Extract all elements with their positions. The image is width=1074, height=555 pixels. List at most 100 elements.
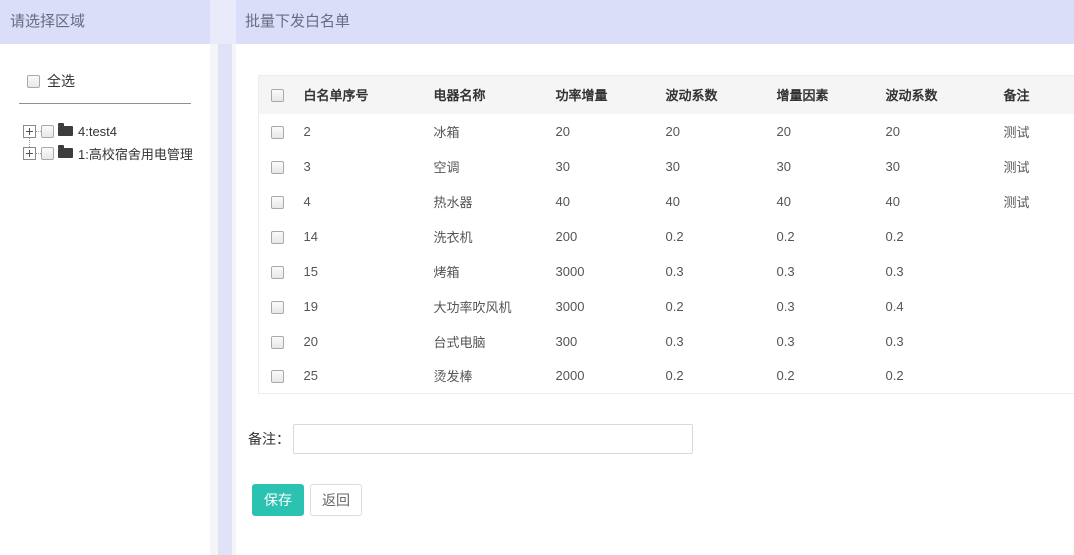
region-sidebar: 请选择区域 全选 4:test4 — [0, 0, 210, 555]
tree-node-label[interactable]: 1:高校宿舍用电管理 — [78, 144, 193, 163]
table-cell: 冰箱 — [426, 114, 548, 149]
remark-input[interactable] — [293, 424, 693, 454]
table-cell: 2 — [296, 114, 426, 149]
row-checkbox[interactable] — [271, 161, 284, 174]
tree-node-checkbox[interactable] — [41, 147, 54, 160]
table-cell: 0.2 — [658, 359, 769, 394]
table-cell: 0.2 — [769, 219, 878, 254]
app-window: 请选择区域 全选 4:test4 — [0, 0, 1074, 555]
table-cell: 40 — [548, 184, 658, 219]
folder-icon — [58, 126, 73, 136]
table-cell: 20 — [878, 114, 996, 149]
table-cell: 0.2 — [658, 289, 769, 324]
row-checkbox[interactable] — [271, 370, 284, 383]
region-tree: 4:test4 1:高校宿舍用电管理 — [23, 120, 210, 164]
table-cell: 3000 — [548, 289, 658, 324]
table-cell: 热水器 — [426, 184, 548, 219]
remark-row: 备注： — [248, 424, 1074, 454]
table-cell: 0.2 — [658, 219, 769, 254]
table-cell: 20 — [769, 114, 878, 149]
table-cell — [996, 324, 1074, 359]
remark-label: 备注： — [248, 429, 290, 449]
table-cell: 测试 — [996, 114, 1074, 149]
table-cell: 0.3 — [769, 289, 878, 324]
table-row: 15烤箱30000.30.30.3 — [259, 254, 1074, 289]
expand-plus-icon[interactable] — [23, 147, 36, 160]
table-cell: 0.3 — [878, 324, 996, 359]
row-checkbox[interactable] — [271, 266, 284, 279]
table-header-row: 白名单序号电器名称功率增量波动系数增量因素波动系数备注 — [259, 76, 1074, 114]
table-row: 19大功率吹风机30000.20.30.4 — [259, 289, 1074, 324]
table-cell: 0.3 — [769, 324, 878, 359]
table-cell: 20 — [296, 324, 426, 359]
table-cell: 30 — [658, 149, 769, 184]
table-cell: 洗衣机 — [426, 219, 548, 254]
table-cell — [996, 289, 1074, 324]
save-button[interactable]: 保存 — [252, 484, 304, 516]
table-cell: 3 — [296, 149, 426, 184]
table-cell: 测试 — [996, 184, 1074, 219]
select-all-checkbox[interactable] — [27, 75, 40, 88]
tree-node-checkbox[interactable] — [41, 125, 54, 138]
tree-node: 1:高校宿舍用电管理 — [23, 142, 210, 164]
table-cell: 0.3 — [769, 254, 878, 289]
table-row: 20台式电脑3000.30.30.3 — [259, 324, 1074, 359]
table-cell: 0.4 — [878, 289, 996, 324]
row-checkbox[interactable] — [271, 231, 284, 244]
row-checkbox-cell — [259, 184, 296, 219]
tree-node-label[interactable]: 4:test4 — [78, 124, 117, 139]
table-cell: 台式电脑 — [426, 324, 548, 359]
table-cell: 300 — [548, 324, 658, 359]
table-cell: 40 — [769, 184, 878, 219]
table-cell: 30 — [548, 149, 658, 184]
table-cell — [996, 254, 1074, 289]
column-header: 功率增量 — [548, 76, 658, 114]
row-checkbox[interactable] — [271, 126, 284, 139]
row-checkbox[interactable] — [271, 336, 284, 349]
column-header: 备注 — [996, 76, 1074, 114]
expand-plus-icon[interactable] — [23, 125, 36, 138]
tree-node: 4:test4 — [23, 120, 210, 142]
table-select-all-checkbox[interactable] — [271, 89, 284, 102]
table-cell: 大功率吹风机 — [426, 289, 548, 324]
back-button[interactable]: 返回 — [310, 484, 362, 516]
table-cell: 0.3 — [878, 254, 996, 289]
page-title: 批量下发白名单 — [236, 0, 1074, 44]
column-header: 白名单序号 — [296, 76, 426, 114]
row-checkbox-cell — [259, 149, 296, 184]
table-cell: 40 — [658, 184, 769, 219]
table-cell: 2000 — [548, 359, 658, 394]
column-header: 增量因素 — [769, 76, 878, 114]
table-cell: 0.3 — [658, 254, 769, 289]
row-checkbox[interactable] — [271, 196, 284, 209]
row-checkbox-cell — [259, 324, 296, 359]
table-cell: 25 — [296, 359, 426, 394]
table-row: 4热水器40404040测试 — [259, 184, 1074, 219]
table-cell: 15 — [296, 254, 426, 289]
row-checkbox-cell — [259, 114, 296, 149]
select-all-label: 全选 — [47, 71, 75, 91]
table-cell: 14 — [296, 219, 426, 254]
row-checkbox-cell — [259, 219, 296, 254]
table-cell: 4 — [296, 184, 426, 219]
table-row: 2冰箱20202020测试 — [259, 114, 1074, 149]
table-header-checkbox-cell — [259, 76, 296, 114]
table-cell — [996, 219, 1074, 254]
table-cell — [996, 359, 1074, 394]
table-cell: 40 — [878, 184, 996, 219]
table-cell: 30 — [769, 149, 878, 184]
table-cell: 0.3 — [658, 324, 769, 359]
table-cell: 0.2 — [769, 359, 878, 394]
folder-icon — [58, 148, 73, 158]
main-content: 白名单序号电器名称功率增量波动系数增量因素波动系数备注 2冰箱20202020测… — [236, 44, 1074, 555]
whitelist-table: 白名单序号电器名称功率增量波动系数增量因素波动系数备注 2冰箱20202020测… — [258, 75, 1074, 394]
column-header: 电器名称 — [426, 76, 548, 114]
table-row: 3空调30303030测试 — [259, 149, 1074, 184]
row-checkbox[interactable] — [271, 301, 284, 314]
table-cell: 测试 — [996, 149, 1074, 184]
table-cell: 20 — [548, 114, 658, 149]
table-row: 14洗衣机2000.20.20.2 — [259, 219, 1074, 254]
table-cell: 烤箱 — [426, 254, 548, 289]
table-cell: 30 — [878, 149, 996, 184]
column-header: 波动系数 — [878, 76, 996, 114]
